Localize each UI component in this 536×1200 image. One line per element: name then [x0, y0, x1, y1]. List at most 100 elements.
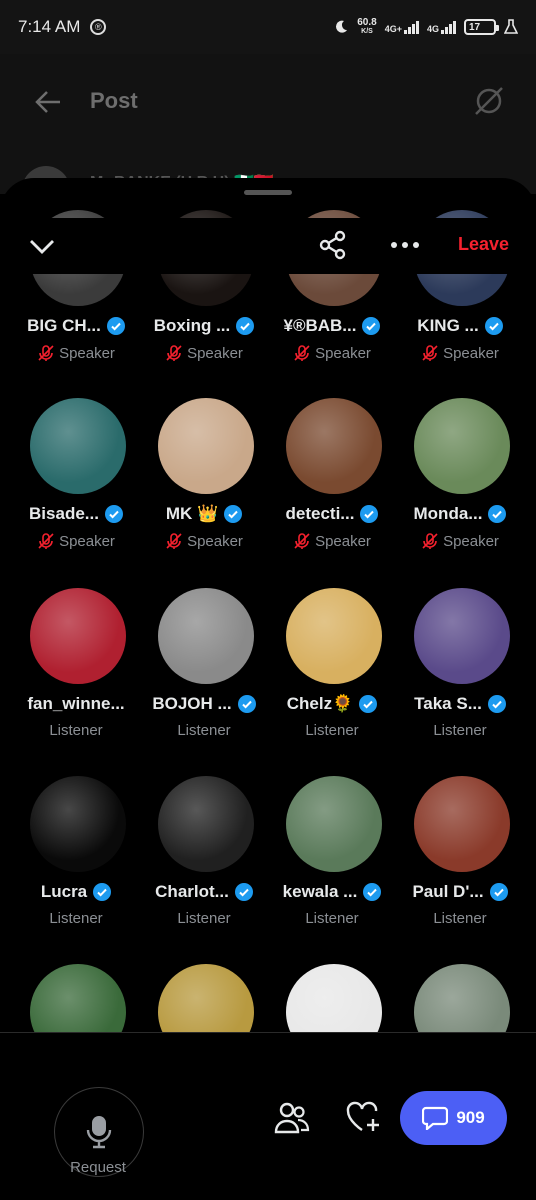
name-row: Charlot... — [140, 882, 268, 902]
role-row: Speaker — [140, 344, 268, 362]
net-type-2: 4G — [426, 23, 439, 34]
participant-name: BOJOH ... — [152, 694, 232, 713]
bottom-bar: Request 909 — [0, 1032, 536, 1200]
avatar[interactable] — [158, 588, 254, 684]
name-row: kewala ... — [268, 882, 396, 902]
participant-name: MK 👑 — [165, 504, 219, 523]
avatar[interactable] — [158, 776, 254, 872]
name-row: ¥®BAB... — [268, 316, 396, 336]
name-row: Monda... — [396, 504, 524, 524]
participant-role: Listener — [433, 910, 487, 927]
verified-badge-icon — [104, 505, 123, 523]
name-row: Boxing ... — [140, 316, 268, 336]
role-row: Listener — [12, 910, 140, 927]
verified-badge-icon — [237, 695, 256, 713]
role-row: Speaker — [268, 532, 396, 550]
signal-bars-icon — [441, 20, 456, 34]
avatar[interactable] — [286, 776, 382, 872]
mic-off-icon — [166, 345, 182, 361]
verified-badge-icon — [224, 505, 243, 523]
status-indicators: 60.8 K/S 4G+ 4G 17 — [333, 18, 518, 36]
verified-badge-icon — [489, 883, 508, 901]
participant-card[interactable]: Paul D'... Listener — [396, 776, 524, 956]
battery-level: 17 — [469, 21, 481, 33]
mic-off-icon — [38, 533, 54, 549]
participant-name: Chelz🌻 — [286, 694, 354, 713]
drag-handle[interactable] — [244, 190, 292, 195]
data-saver-icon: ® — [90, 19, 107, 35]
avatar[interactable] — [286, 588, 382, 684]
participant-role: Listener — [305, 722, 359, 739]
participant-card[interactable]: kewala ... Listener — [268, 776, 396, 956]
arrow-left-icon[interactable] — [34, 88, 62, 116]
avatar[interactable] — [30, 398, 126, 494]
participant-card[interactable]: Taka S... Listener — [396, 588, 524, 768]
people-icon[interactable] — [274, 1101, 310, 1135]
network-speed: 60.8 K/S — [357, 18, 376, 36]
participant-card[interactable]: Chelz🌻 Listener — [268, 588, 396, 768]
name-row: fan_winne... — [12, 694, 140, 714]
participant-role: Speaker — [187, 344, 243, 362]
participant-card[interactable]: Charlot... Listener — [140, 776, 268, 956]
participant-role: Speaker — [443, 344, 499, 362]
role-row: Listener — [140, 910, 268, 927]
name-row: BIG CH... — [12, 316, 140, 336]
role-row: Listener — [12, 722, 140, 739]
avatar[interactable] — [414, 588, 510, 684]
avatar[interactable] — [30, 776, 126, 872]
participant-name: Boxing ... — [153, 316, 231, 335]
participant-card[interactable]: Bisade... Speaker — [12, 398, 140, 578]
participant-role: Listener — [177, 722, 231, 739]
avatar[interactable] — [414, 398, 510, 494]
participant-name: Monda... — [413, 504, 483, 523]
mic-off-icon — [422, 533, 438, 549]
verified-badge-icon — [359, 695, 378, 713]
avatar[interactable] — [286, 398, 382, 494]
heart-plus-icon[interactable] — [346, 1101, 382, 1133]
verified-badge-icon — [93, 883, 112, 901]
net-type-1: 4G+ — [384, 23, 402, 34]
space-header: Leave — [0, 218, 536, 274]
participant-role: Speaker — [443, 532, 499, 550]
role-row: Speaker — [12, 532, 140, 550]
battery-icon: 17 — [464, 19, 499, 35]
participant-card[interactable]: detecti... Speaker — [268, 398, 396, 578]
chat-bubble-icon — [422, 1106, 449, 1130]
participant-card[interactable]: BOJOH ... Listener — [140, 588, 268, 768]
role-row: Speaker — [396, 532, 524, 550]
mic-off-icon — [294, 345, 310, 361]
microphone-icon — [86, 1116, 112, 1149]
verified-badge-icon — [488, 505, 507, 523]
flask-icon — [504, 19, 518, 34]
participant-role: Listener — [305, 910, 359, 927]
avatar[interactable] — [30, 588, 126, 684]
participant-card[interactable]: Lucra Listener — [12, 776, 140, 956]
moon-icon — [336, 20, 348, 33]
role-row: Speaker — [268, 344, 396, 362]
more-horizontal-icon[interactable] — [390, 240, 420, 250]
participant-role: Listener — [433, 722, 487, 739]
share-icon[interactable] — [318, 230, 348, 260]
avatar[interactable] — [414, 776, 510, 872]
participant-role: Speaker — [315, 344, 371, 362]
verified-badge-icon — [106, 317, 125, 335]
grok-icon[interactable] — [472, 84, 506, 118]
participant-name: KING ... — [417, 316, 479, 335]
participant-card[interactable]: MK 👑 Speaker — [140, 398, 268, 578]
participant-card[interactable]: Monda... Speaker — [396, 398, 524, 578]
verified-badge-icon — [362, 317, 381, 335]
role-row: Listener — [140, 722, 268, 739]
mic-off-icon — [294, 533, 310, 549]
chat-count: 909 — [456, 1108, 485, 1127]
participant-card[interactable]: fan_winne... Listener — [12, 588, 140, 768]
participant-name: Paul D'... — [412, 882, 484, 901]
chevron-down-icon[interactable] — [28, 232, 56, 260]
role-row: Listener — [268, 910, 396, 927]
chat-button[interactable]: 909 — [400, 1091, 507, 1145]
name-row: Taka S... — [396, 694, 524, 714]
participant-role: Listener — [49, 910, 103, 927]
role-row: Speaker — [140, 532, 268, 550]
avatar[interactable] — [158, 398, 254, 494]
leave-button[interactable]: Leave — [458, 234, 509, 255]
name-row: Chelz🌻 — [268, 694, 396, 714]
